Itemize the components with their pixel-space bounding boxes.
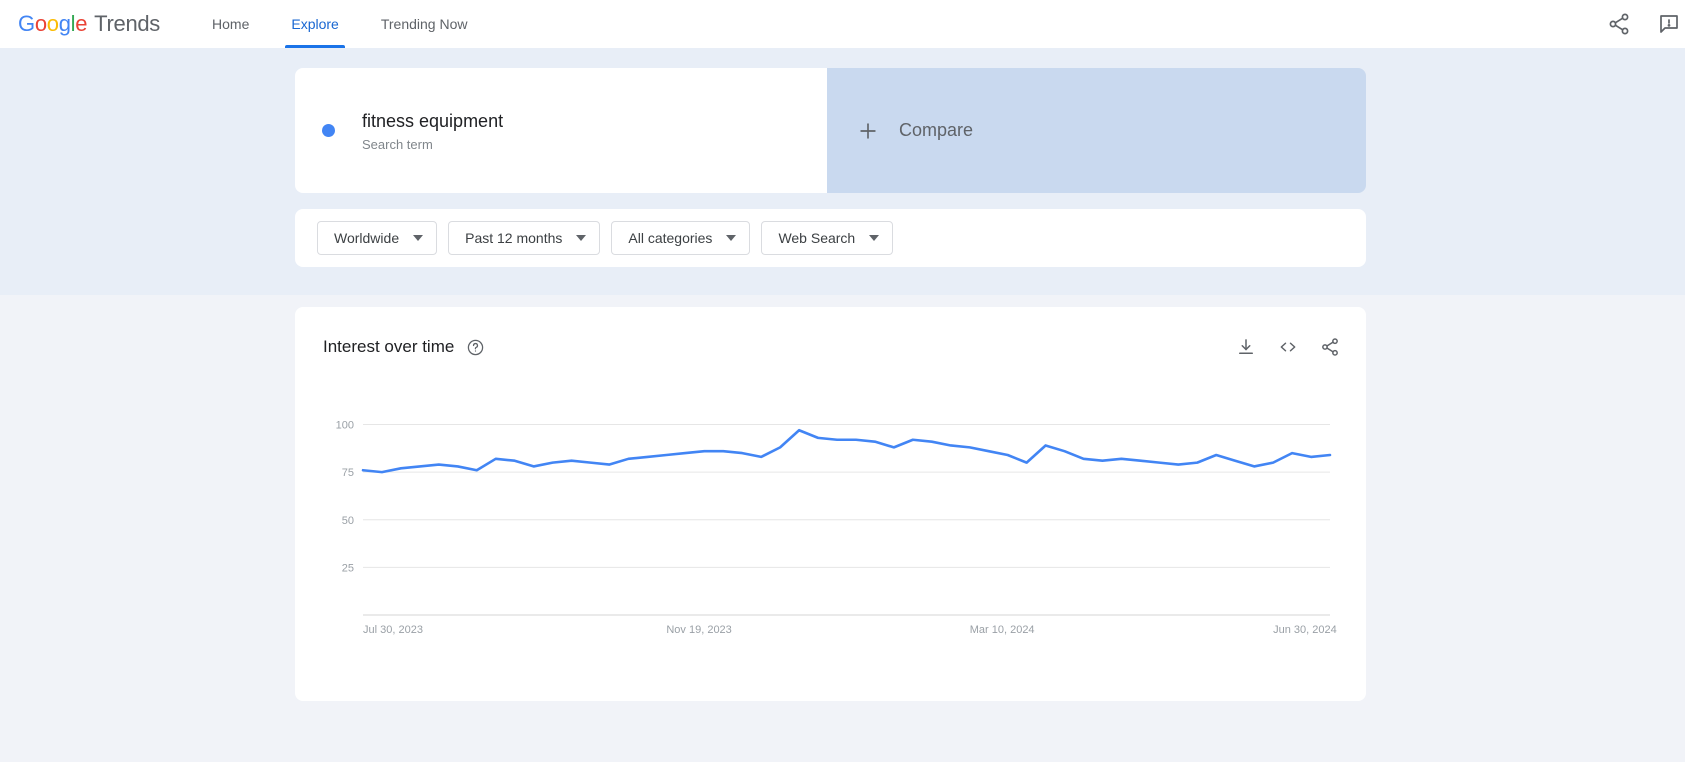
nav-item-trending-now[interactable]: Trending Now (375, 0, 474, 48)
help-icon[interactable] (467, 339, 484, 356)
y-axis-tick-label: 75 (342, 467, 354, 479)
share-icon[interactable] (1607, 12, 1631, 36)
location-filter-label: Worldwide (334, 230, 400, 246)
chevron-down-icon (576, 235, 587, 241)
y-axis-tick-label: 25 (342, 562, 354, 574)
google-trends-logo[interactable]: Google Trends (18, 11, 160, 37)
chart-series-line (361, 428, 1332, 474)
chart-header: Interest over time (323, 337, 1340, 357)
header-actions (1607, 12, 1678, 36)
category-filter[interactable]: All categories (611, 221, 751, 255)
search-term-card[interactable]: fitness equipment Search term (295, 68, 827, 193)
chart-canvas: 25 50 75 100 Jul 30, 2023 Nov 19, 2023 Mar 10,… (336, 420, 1337, 636)
search-type-filter[interactable]: Web Search (761, 221, 894, 255)
feedback-icon[interactable] (1657, 12, 1681, 36)
logo-product-name: Trends (94, 11, 161, 36)
interest-over-time-card: Interest over time 25 50 75 100 Jul 30, … (295, 307, 1366, 701)
nav-item-explore[interactable]: Explore (285, 0, 346, 48)
nav-item-explore-label: Explore (291, 16, 339, 32)
interest-over-time-plot[interactable]: 25 50 75 100 Jul 30, 2023 Nov 19, 2023 Mar 10,… (323, 407, 1338, 657)
chevron-down-icon (726, 235, 737, 241)
x-axis-tick-label: Mar 10, 2024 (970, 624, 1035, 636)
series-color-dot (322, 124, 335, 137)
time-range-filter[interactable]: Past 12 months (448, 221, 601, 255)
category-filter-label: All categories (628, 230, 713, 246)
search-type-filter-label: Web Search (778, 230, 856, 246)
time-range-filter-label: Past 12 months (465, 230, 563, 246)
embed-code-icon[interactable] (1278, 337, 1298, 357)
x-axis-tick-label: Jul 30, 2023 (363, 624, 423, 636)
nav-item-trending-now-label: Trending Now (380, 16, 468, 32)
x-axis-tick-label: Nov 19, 2023 (666, 624, 731, 636)
nav-item-home-label: Home (212, 16, 250, 32)
main-nav: Home Explore Trending Now (206, 0, 503, 48)
compare-label: Compare (899, 120, 974, 140)
y-axis-tick-label: 100 (336, 420, 354, 432)
y-axis-tick-label: 50 (342, 515, 354, 527)
chevron-down-icon (869, 235, 880, 241)
add-comparison-card[interactable]: Compare (827, 68, 1366, 193)
chevron-down-icon (413, 235, 424, 241)
app-header: Google Trends Home Explore Trending Now (0, 0, 1685, 48)
results-area: Interest over time 25 50 75 100 Jul 30, … (0, 295, 1685, 762)
filters-bar: Worldwide Past 12 months All categories … (295, 209, 1366, 267)
nav-item-home[interactable]: Home (206, 0, 255, 48)
location-filter[interactable]: Worldwide (317, 221, 438, 255)
query-band: fitness equipment Search term Compare Wo… (0, 48, 1685, 295)
share-chart-icon[interactable] (1320, 337, 1340, 357)
plus-icon (860, 122, 876, 139)
search-term-label: fitness equipment (362, 111, 504, 131)
search-term-type: Search term (362, 137, 433, 152)
x-axis-tick-label: Jun 30, 2024 (1273, 624, 1337, 636)
chart-title: Interest over time (323, 337, 455, 356)
chart-actions (1236, 337, 1340, 357)
download-csv-icon[interactable] (1236, 337, 1256, 357)
query-cards-row: fitness equipment Search term Compare (295, 68, 1366, 193)
